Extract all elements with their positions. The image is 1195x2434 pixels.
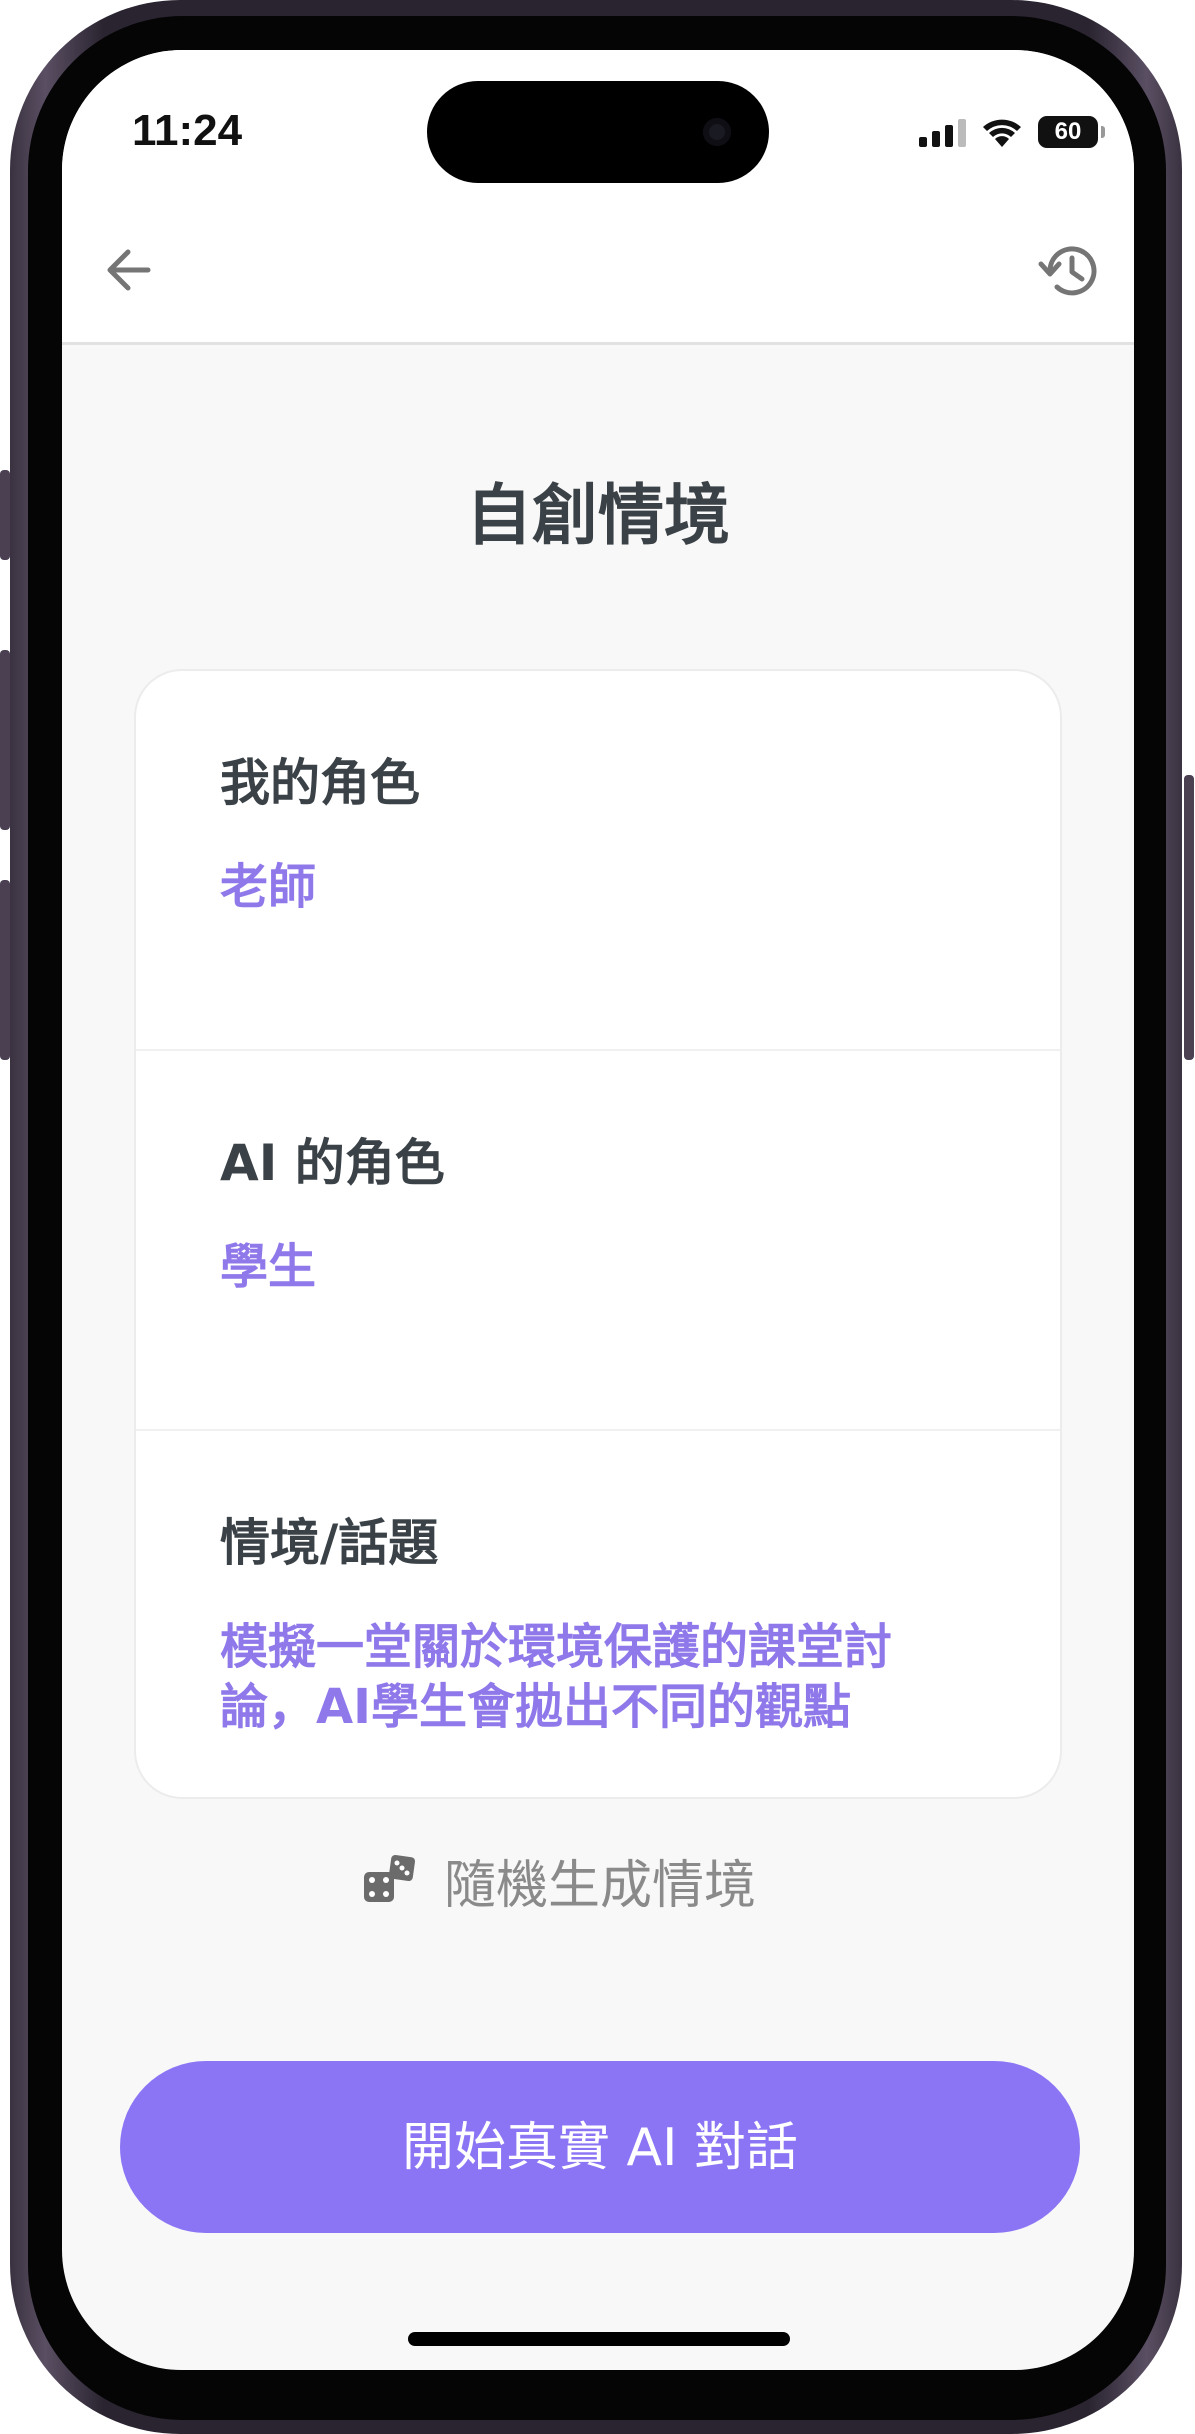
- scenario-topic-label: 情境/話題: [220, 1514, 439, 1572]
- app-screen: 11:24 60 自創情境 我的角色 老師 AI 的角色 學生 情境/話題 模擬…: [62, 50, 1134, 2370]
- scenario-topic-section[interactable]: 情境/話題 模擬一堂關於環境保護的課堂討論，AI學生會拋出不同的觀點: [136, 1431, 1060, 1797]
- battery-icon: 60: [1038, 116, 1105, 148]
- dynamic-island: [427, 81, 769, 183]
- history-icon: [1038, 246, 1097, 296]
- status-icons: 60: [919, 112, 1105, 152]
- top-nav-bar: [62, 200, 1134, 345]
- home-indicator: [408, 2332, 790, 2346]
- ai-role-section[interactable]: AI 的角色 學生: [136, 1051, 1060, 1431]
- status-bar: 11:24 60: [62, 50, 1134, 200]
- scenario-card: 我的角色 老師 AI 的角色 學生 情境/話題 模擬一堂關於環境保護的課堂討論，…: [134, 669, 1062, 1799]
- my-role-section[interactable]: 我的角色 老師: [136, 671, 1060, 1051]
- back-button[interactable]: [100, 240, 160, 300]
- ai-role-value: 學生: [220, 1239, 317, 1295]
- random-generate-button[interactable]: 隨機生成情境: [362, 1840, 756, 1920]
- start-ai-conversation-button[interactable]: 開始真實 AI 對話: [120, 2061, 1080, 2233]
- scenario-topic-value: 模擬一堂關於環境保護的課堂討論，AI學生會拋出不同的觀點: [220, 1619, 893, 1735]
- volume-down-button: [0, 880, 10, 1060]
- silent-switch: [0, 470, 10, 560]
- power-button: [1184, 775, 1194, 1060]
- my-role-label: 我的角色: [220, 754, 420, 812]
- camera-icon: [703, 118, 731, 146]
- dice-icon: [364, 1854, 416, 1902]
- my-role-value: 老師: [220, 859, 317, 915]
- arrow-left-icon: [107, 249, 151, 291]
- ai-role-label: AI 的角色: [220, 1134, 445, 1192]
- random-generate-label: 隨機生成情境: [444, 1855, 757, 1916]
- page-title: 自創情境: [466, 477, 730, 554]
- volume-up-button: [0, 650, 10, 830]
- history-button[interactable]: [1038, 238, 1104, 304]
- cellular-signal-icon: [919, 117, 966, 147]
- status-time: 11:24: [132, 106, 243, 155]
- wifi-icon: [983, 119, 1021, 147]
